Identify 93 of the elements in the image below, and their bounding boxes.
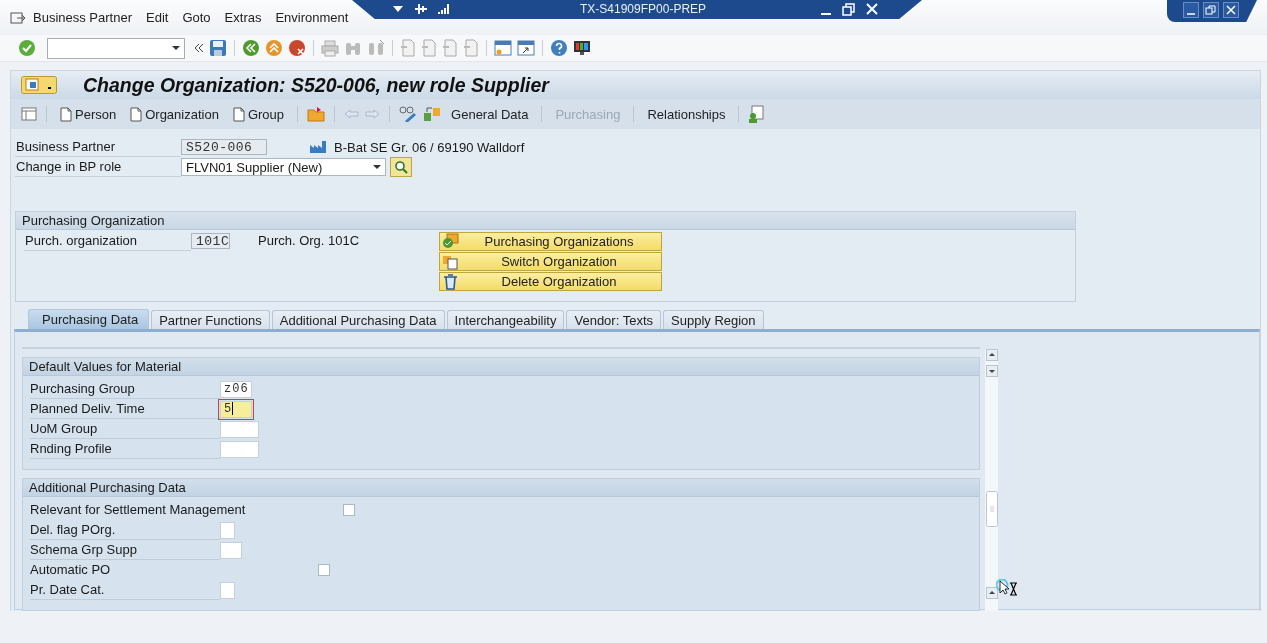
check-icon[interactable] — [18, 39, 36, 57]
page-icon[interactable] — [463, 39, 479, 57]
input-field[interactable] — [220, 420, 259, 438]
restore-icon[interactable] — [1203, 2, 1219, 18]
view-button[interactable]: General Data — [447, 106, 533, 122]
close-icon[interactable] — [1223, 2, 1239, 18]
command-field[interactable] — [47, 37, 185, 59]
field-label: Rnding Profile — [30, 439, 220, 459]
magnifier-icon — [394, 160, 408, 174]
help-icon[interactable] — [550, 39, 568, 57]
minimize-icon[interactable] — [1183, 2, 1199, 18]
group-title: Additional Purchasing Data — [23, 479, 979, 497]
up-icon[interactable] — [265, 39, 283, 57]
document-icon[interactable] — [60, 106, 72, 122]
search-button[interactable] — [390, 157, 412, 177]
window-title: TX-S41909FP00-PREP — [580, 2, 707, 16]
tab[interactable]: Partner Functions — [151, 310, 270, 329]
input-field[interactable] — [220, 521, 235, 539]
group-title: Default Values for Material — [23, 358, 979, 376]
menu-item[interactable]: Business Partner — [26, 10, 139, 25]
page-icon[interactable] — [400, 39, 416, 57]
monitor-icon[interactable] — [573, 39, 591, 57]
field-label: UoM Group — [30, 419, 220, 439]
glasses-pencil-icon[interactable] — [399, 106, 418, 122]
field-label: Pr. Date Cat. — [30, 580, 220, 600]
org-action-button[interactable]: Switch Organization — [439, 252, 662, 271]
business-partner-field[interactable]: S520-006 — [181, 139, 267, 155]
folder-icon[interactable] — [307, 106, 326, 122]
input-field[interactable] — [220, 581, 235, 599]
binoculars-icon[interactable] — [367, 39, 385, 57]
page-icon[interactable] — [442, 39, 458, 57]
scroll-up-icon[interactable] — [985, 349, 998, 361]
create-button[interactable]: Organization — [126, 106, 223, 122]
table-icon[interactable] — [21, 107, 37, 121]
field-label: Schema Grp Supp — [30, 540, 220, 560]
document-icon[interactable] — [232, 106, 245, 122]
menu-item[interactable]: Edit — [139, 10, 176, 25]
scroll-up-icon[interactable] — [985, 587, 998, 599]
field-label: Automatic PO — [30, 561, 112, 579]
factory-icon — [309, 140, 327, 154]
tab[interactable]: Interchangeability — [446, 310, 565, 329]
scroll-down-icon[interactable] — [985, 365, 998, 377]
screen-title: Change Organization: S520-006, new role Supplier — [83, 73, 549, 97]
field-label: Business Partner — [15, 137, 181, 157]
create-button[interactable]: Group — [228, 106, 289, 122]
org-action-button[interactable]: Delete Organization — [439, 272, 662, 291]
create-button[interactable]: Person — [56, 106, 121, 122]
back-icon[interactable] — [242, 39, 260, 57]
tab[interactable]: Purchasing Data — [28, 309, 150, 329]
field-label: Purchasing Group — [30, 379, 220, 399]
signal-bars-icon — [438, 3, 450, 15]
partner-description: B-Bat SE Gr. 06 / 69190 Walldorf — [334, 139, 525, 155]
scroll-thumb-icon[interactable] — [985, 491, 998, 527]
exit-menu-icon[interactable] — [10, 10, 26, 25]
checkmark-folder-icon — [442, 233, 459, 250]
field-label: Del. flag POrg. — [30, 520, 220, 540]
input-field[interactable]: z06 — [220, 380, 252, 398]
field-label: Relevant for Settlement Management — [30, 501, 246, 519]
restore-icon[interactable] — [842, 2, 855, 16]
input-field[interactable] — [220, 440, 259, 458]
printer-icon[interactable] — [321, 39, 339, 57]
group-title: Purchasing Organization — [16, 212, 1075, 230]
tab[interactable]: Supply Region — [663, 310, 764, 329]
cancel-icon[interactable] — [288, 39, 306, 57]
input-field[interactable] — [220, 541, 242, 559]
window-icon[interactable] — [494, 39, 512, 57]
window-icon[interactable] — [517, 39, 535, 57]
scrollbar[interactable] — [985, 349, 998, 611]
input-field[interactable]: 5 — [220, 400, 252, 418]
org-action-button[interactable]: Purchasing Organizations — [439, 232, 662, 251]
tab[interactable]: Additional Purchasing Data — [271, 310, 445, 329]
field-label: Change in BP role — [15, 157, 181, 177]
menu-item[interactable]: Extras — [217, 10, 269, 25]
pin-icon[interactable] — [414, 3, 428, 15]
role-dropdown[interactable]: FLVN01 Supplier (New) — [181, 158, 386, 176]
menu-item[interactable]: Goto — [175, 10, 218, 25]
checkbox[interactable] — [318, 564, 330, 576]
switch-icon — [442, 253, 459, 270]
trash-icon — [442, 273, 459, 290]
checkbox[interactable] — [343, 504, 356, 516]
person-card-icon[interactable] — [748, 105, 765, 123]
page-icon[interactable] — [421, 39, 437, 57]
switch-icon[interactable] — [423, 106, 442, 122]
document-icon[interactable] — [130, 106, 143, 122]
double-chevron-icon[interactable] — [194, 42, 204, 54]
menu-item[interactable]: Environment — [268, 10, 356, 25]
field-label: Purch. organization — [24, 232, 191, 251]
tab[interactable]: Vendor: Texts — [566, 310, 661, 329]
view-button[interactable]: Relationships — [643, 106, 730, 122]
role-switch-icon[interactable] — [21, 76, 57, 94]
busy-cursor-icon — [996, 579, 1018, 597]
org-field[interactable]: 101C — [191, 233, 230, 249]
org-description: Purch. Org. 101C — [258, 233, 361, 250]
